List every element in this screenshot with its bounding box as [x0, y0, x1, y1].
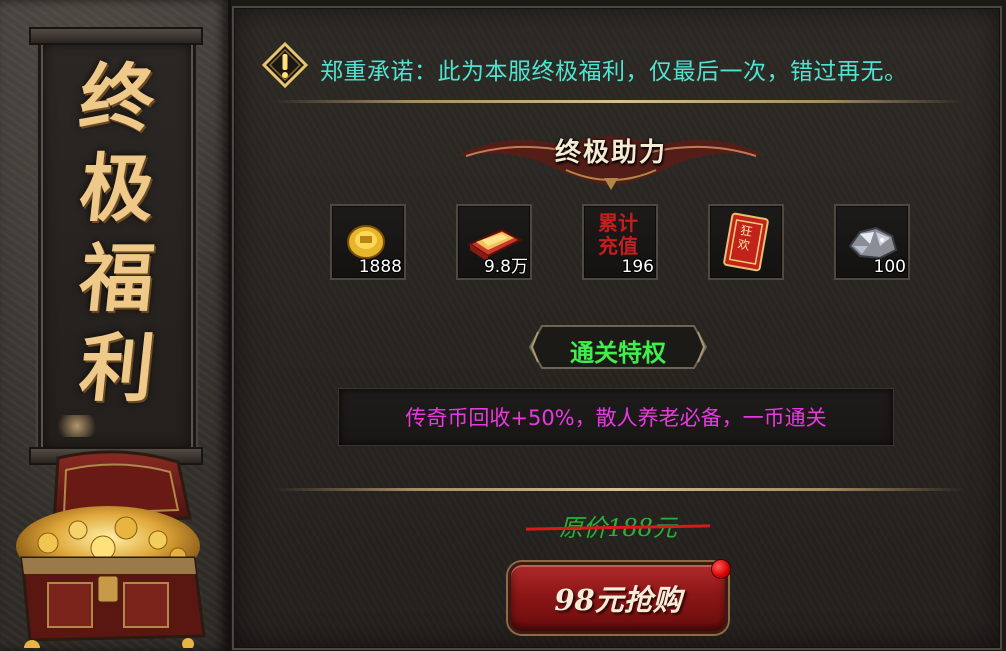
- title-char: 极: [75, 146, 159, 232]
- reward-count: 1888: [358, 257, 402, 277]
- recharge-icon: 累计充值: [598, 211, 638, 258]
- reward-slot-gold-ingot[interactable]: 1888: [330, 204, 406, 280]
- buy-button[interactable]: 98元抢购: [508, 562, 728, 634]
- ink-splash-decoration: [52, 415, 102, 437]
- title-char: 终: [75, 56, 159, 142]
- privilege-description: 传奇币回收+50%，散人养老必备，一币通关: [405, 406, 827, 430]
- notice-bar: 郑重承诺：此为本服终极福利，仅最后一次，错过再无。: [262, 42, 982, 100]
- divider: [274, 100, 964, 103]
- reward-slot-diamond-ore[interactable]: 100: [834, 204, 910, 280]
- privilege-title: 通关特权: [570, 339, 666, 367]
- reward-count: 100: [873, 257, 906, 277]
- divider: [274, 488, 964, 491]
- title-plaque: 终 极 福 利: [29, 27, 203, 465]
- privilege-tag: 通关特权: [528, 324, 708, 370]
- warning-icon: [262, 42, 308, 88]
- privilege-description-box: 传奇币回收+50%，散人养老必备，一币通关: [338, 388, 894, 446]
- buy-button-label: 98元抢购: [554, 583, 682, 617]
- reward-slot-gold-bars[interactable]: 9.8万: [456, 204, 532, 280]
- side-banner: 终 极 福 利: [0, 0, 231, 651]
- title-char: 福: [75, 236, 159, 322]
- reward-list: 1888 9.8万 累计充值 196 狂欢 100: [330, 204, 910, 280]
- reward-count: 196: [621, 257, 654, 277]
- title-char: 利: [75, 326, 159, 412]
- treasure-chest-icon: [16, 450, 206, 648]
- reward-count: 9.8万: [483, 257, 528, 277]
- reward-slot-recharge[interactable]: 累计充值 196: [582, 204, 658, 280]
- reward-slot-red-envelope[interactable]: 狂欢: [708, 204, 784, 280]
- notice-text: 郑重承诺：此为本服终极福利，仅最后一次，错过再无。: [320, 59, 908, 85]
- section-title: 终极助力: [554, 138, 667, 168]
- notification-dot-icon: [712, 560, 730, 578]
- welfare-panel: 郑重承诺：此为本服终极福利，仅最后一次，错过再无。 终极助力 1888 9.8万…: [232, 6, 1002, 650]
- section-banner: 终极助力: [446, 120, 776, 194]
